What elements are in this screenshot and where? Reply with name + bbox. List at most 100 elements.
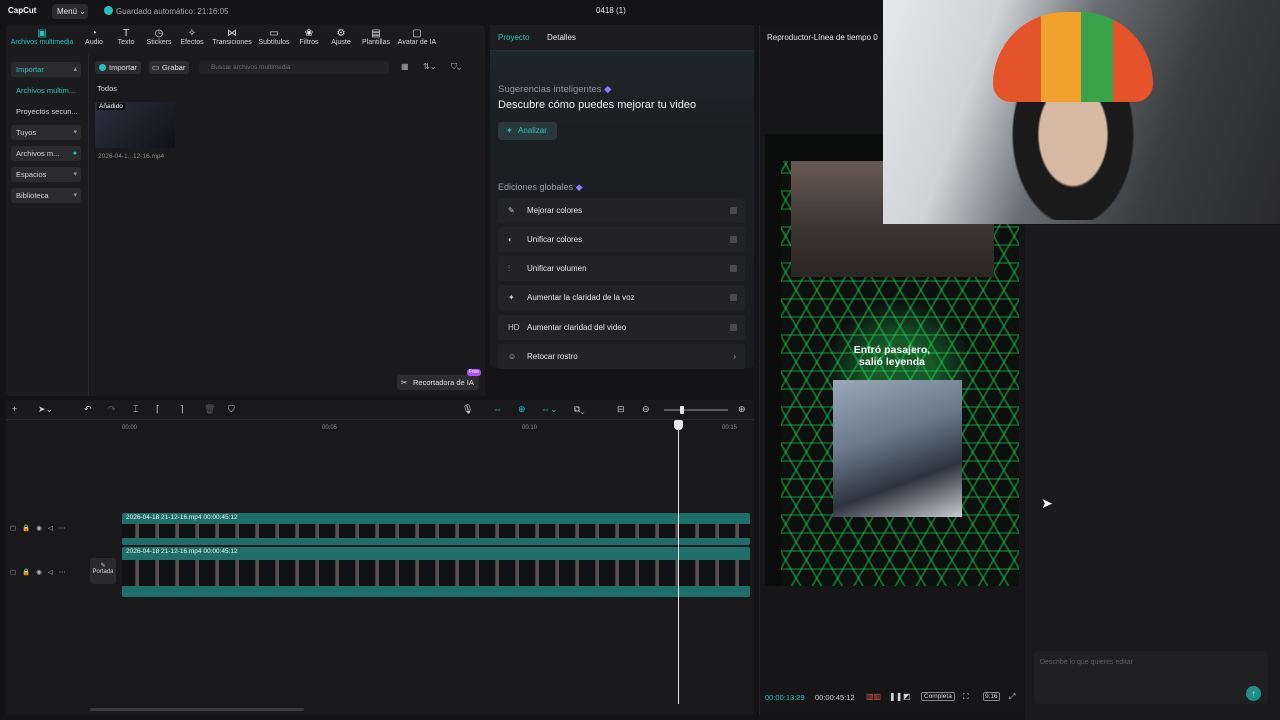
toggle-checkbox[interactable] (730, 324, 737, 331)
sidebar-label: Importar (16, 65, 44, 74)
zoom-slider[interactable] (664, 409, 728, 411)
snap-icon[interactable]: ⇔⌄ (541, 404, 558, 415)
video-track-2[interactable]: 2026-04-18 21-12-16.mp4 00:00:45:12 (122, 547, 750, 597)
snapshot-icon[interactable]: ◩ (903, 692, 911, 701)
zoom-slider-handle[interactable] (680, 406, 684, 414)
retouch-face-icon: ☺ (508, 352, 517, 361)
sidebar-item-sub-projects[interactable]: Proyectos secun... (11, 104, 81, 119)
record-button[interactable]: ▭ Grabar (149, 61, 190, 74)
row-label: Aumentar la claridad de la voz (527, 293, 635, 302)
magnet-icon[interactable]: ⊕ (518, 404, 526, 415)
tool-filters[interactable]: ❀ Filtros (296, 28, 322, 46)
focus-icon[interactable]: ⛶ (963, 692, 969, 702)
tool-text[interactable]: T Texto (114, 28, 138, 46)
video-clip-image (833, 380, 962, 517)
import-button[interactable]: Importar (95, 61, 141, 74)
zoom-out-icon[interactable]: ⊖ (642, 404, 650, 415)
preview-axis-icon[interactable]: ⧉⌄ (574, 404, 585, 415)
quality-complete-button[interactable]: Completa (921, 692, 955, 701)
tool-ai-avatar[interactable]: ▢ Avatar de IA (396, 28, 438, 46)
sparkle-icon: ✦ (506, 126, 513, 135)
toggle-checkbox[interactable] (730, 265, 737, 272)
row-retouch-face[interactable]: ☺ Retocar rostro › (498, 344, 745, 369)
select-tool-icon[interactable]: ➤⌄ (38, 404, 53, 415)
tool-transitions[interactable]: ⋈ Transiciones (211, 28, 253, 46)
tool-label: Ajuste (331, 39, 351, 46)
sidebar-item-spaces[interactable]: Espacios ▾ (11, 167, 81, 182)
zoom-in-icon[interactable]: ⊕ (738, 404, 746, 415)
diamond-icon: ◆ (604, 84, 612, 95)
tool-subtitles[interactable]: ▭ Subtítulos (256, 28, 292, 46)
undo-icon[interactable]: ↶ (84, 404, 92, 415)
smart-suggestions-subtitle: Descubre cómo puedes mejorar tu video (498, 99, 697, 111)
sort-icon[interactable]: ⇅⌄ (423, 62, 436, 71)
ai-edit-input[interactable]: Describe lo que quieres editar (1034, 651, 1268, 704)
sidebar-item-yours[interactable]: Tuyos ▾ (11, 125, 81, 140)
row-label: Aumentar claridad del video (527, 323, 627, 332)
aspect-ratio-button[interactable]: 9:16 (983, 692, 1000, 701)
fullscreen-icon[interactable]: ⤢ (1009, 692, 1015, 702)
toggle-checkbox[interactable] (730, 236, 737, 243)
marker-icon[interactable]: ⛉ (228, 404, 235, 415)
cover-button[interactable]: ✎ Portada (90, 558, 116, 584)
audio-icon: ◔ (90, 28, 98, 39)
track-1-controls[interactable]: ▢🔒◉◁⋯ (10, 524, 71, 532)
sidebar-item-library[interactable]: Biblioteca ▾ (11, 188, 81, 203)
row-unify-volume[interactable]: ⫶ Unificar volumen (498, 256, 745, 281)
hd-icon: HD (508, 323, 520, 332)
tool-label: Filtros (299, 39, 319, 46)
tool-effects[interactable]: ✧ Efectos (178, 28, 206, 46)
timeline-scrollbar[interactable] (90, 708, 304, 711)
delete-icon[interactable]: 🗑 (204, 404, 215, 415)
player-title: Reproductor-Línea de tiempo 0 (767, 33, 878, 42)
trim-left-icon[interactable]: ⌈ (156, 404, 160, 415)
sidebar-label: Biblioteca (16, 191, 49, 200)
search-input[interactable]: Buscar archivos multimedia (199, 61, 389, 74)
media-item-thumbnail[interactable]: Añadido (95, 102, 175, 148)
redo-icon[interactable]: ↷ (108, 404, 116, 415)
stickers-icon: ◷ (154, 28, 164, 39)
tool-adjust[interactable]: ⚙ Ajuste (328, 28, 354, 46)
menu-button[interactable]: Menú ⌄ (52, 4, 88, 19)
tool-audio[interactable]: ◔ Audio (82, 28, 106, 46)
playhead-handle[interactable] (674, 420, 683, 430)
tab-details[interactable]: Detalles (547, 33, 576, 42)
smart-suggestions-label: Sugerencias inteligentes (498, 84, 602, 95)
trim-right-icon[interactable]: ⌉ (180, 404, 184, 415)
sidebar-item-files-m[interactable]: Archivos m... ● (11, 146, 81, 161)
split-icon[interactable]: ⌶ (133, 404, 138, 415)
sidebar-item-media-files[interactable]: Archivos multim... (11, 83, 81, 98)
filter-all-label[interactable]: Todos (97, 84, 117, 93)
tab-project[interactable]: Proyecto (498, 33, 530, 42)
send-icon[interactable]: ↑ (1246, 686, 1261, 701)
microphone-icon[interactable]: 🎙 (462, 404, 473, 415)
tool-media[interactable]: ▣ Archivos multimedia (8, 28, 76, 46)
adjust-icon: ⚙ (336, 28, 346, 39)
add-icon[interactable]: + (12, 404, 17, 414)
autosave-status: Guardado automático: 21:16:05 (104, 6, 229, 16)
playhead[interactable] (678, 422, 679, 704)
ai-cutter-button[interactable]: ✂ Recortadora de IA Free (397, 369, 481, 390)
tool-stickers[interactable]: ◷ Stickers (144, 28, 174, 46)
row-unify-colors[interactable]: ◐ Unificar colores (498, 227, 745, 252)
row-enhance-colors[interactable]: ✎ Mejorar colores (498, 198, 745, 223)
tool-label: Plantillas (361, 39, 390, 46)
track-2-controls[interactable]: ▢🔒◉◁⋯ (10, 568, 71, 576)
sidebar-label: Tuyos (16, 128, 37, 137)
sidebar-item-import[interactable]: Importar ▴ (11, 62, 81, 77)
pause-icon[interactable]: ❚❚ (889, 692, 902, 701)
toggle-checkbox[interactable] (730, 207, 737, 214)
row-voice-clarity[interactable]: ✦ Aumentar la claridad de la voz (498, 285, 745, 310)
video-track-1[interactable]: 2026-04-18 21-12-16.mp4 00:00:45:12 (122, 513, 750, 545)
toggle-checkbox[interactable] (730, 294, 737, 301)
tool-templates[interactable]: ▤ Plantillas (359, 28, 393, 46)
chevron-down-icon: ▾ (73, 129, 77, 136)
link-clips-icon[interactable]: ⇔ (493, 404, 502, 414)
row-video-clarity[interactable]: HD Aumentar claridad del video (498, 315, 745, 340)
sidebar-label: Archivos m... (16, 149, 60, 158)
templates-icon: ▤ (371, 28, 381, 39)
analyze-button[interactable]: ✦ Analizar (498, 122, 557, 140)
grid-view-icon[interactable]: ▦ (401, 62, 409, 71)
filter-icon[interactable]: ⛉⌄ (451, 62, 461, 72)
fit-icon[interactable]: ⊟ (617, 404, 625, 415)
